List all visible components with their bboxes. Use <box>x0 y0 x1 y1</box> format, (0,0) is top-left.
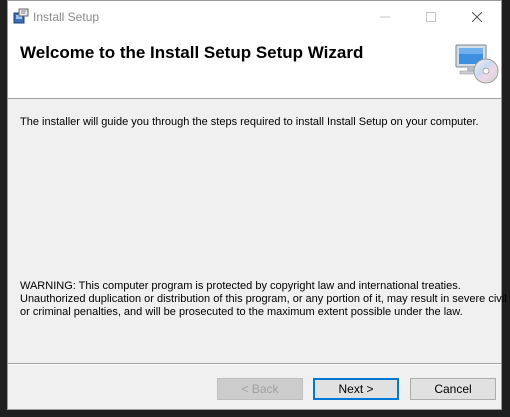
warning-line: or criminal penalties, and will be prose… <box>20 306 463 318</box>
next-button[interactable]: Next > <box>313 378 399 400</box>
page-title: Welcome to the Install Setup Setup Wizar… <box>20 43 364 62</box>
minimize-icon <box>380 16 390 18</box>
back-button[interactable]: < Back <box>217 378 303 400</box>
close-button[interactable] <box>454 1 500 33</box>
close-icon <box>472 12 482 22</box>
copyright-warning: WARNING: This computer program is protec… <box>20 280 507 319</box>
installer-icon <box>12 7 30 25</box>
installer-window: Install Setup Welcome to the Install Set… <box>7 0 507 410</box>
computer-cd-icon <box>452 39 500 87</box>
warning-line: Unauthorized duplication or distribution… <box>20 293 507 305</box>
minimize-button[interactable] <box>362 1 408 33</box>
maximize-button[interactable] <box>408 1 454 33</box>
wizard-header: Welcome to the Install Setup Setup Wizar… <box>8 33 501 99</box>
window-title: Install Setup <box>33 10 100 24</box>
cancel-button[interactable]: Cancel <box>410 378 496 400</box>
footer-divider <box>8 363 501 365</box>
warning-line: WARNING: This computer program is protec… <box>20 280 461 292</box>
title-bar[interactable]: Install Setup <box>8 1 501 33</box>
intro-text: The installer will guide you through the… <box>20 116 479 128</box>
maximize-icon <box>426 12 436 22</box>
